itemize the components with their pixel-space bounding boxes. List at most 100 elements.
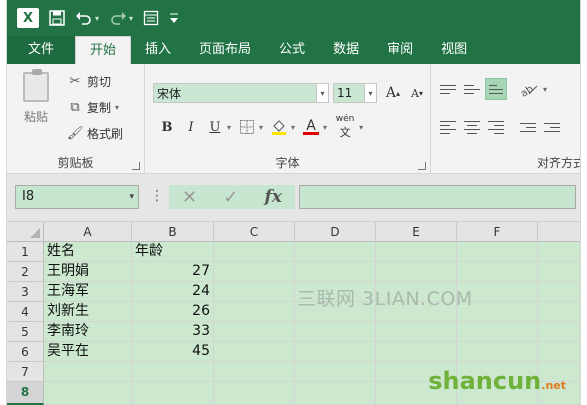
underline-dropdown-icon[interactable]: ▾ (227, 123, 231, 132)
cell-g2[interactable] (538, 262, 580, 282)
fill-color-button[interactable] (267, 116, 291, 138)
formula-input[interactable] (299, 185, 576, 209)
borders-dropdown-icon[interactable]: ▾ (259, 123, 263, 132)
orientation-button[interactable]: ab (517, 78, 541, 100)
tab-data[interactable]: 数据 (319, 36, 373, 64)
cell-e1[interactable] (376, 242, 457, 262)
save-icon[interactable] (49, 5, 65, 31)
cell-c7[interactable] (214, 362, 295, 382)
row-header-7[interactable]: 7 (7, 362, 44, 382)
align-center-icon[interactable] (461, 116, 483, 138)
customize-icon[interactable] (169, 5, 179, 31)
align-left-icon[interactable] (437, 116, 459, 138)
phonetic-guide-button[interactable]: wén 文 (331, 114, 359, 139)
row-header-4[interactable]: 4 (7, 302, 44, 322)
align-right-icon[interactable] (485, 116, 507, 138)
paste-button[interactable]: 粘贴 (17, 69, 55, 142)
cell-c4[interactable] (214, 302, 295, 322)
font-size-select[interactable]: 11 ▾ (333, 83, 377, 103)
cancel-icon[interactable]: ✕ (182, 187, 197, 208)
cell-c6[interactable] (214, 342, 295, 362)
align-bottom-icon[interactable] (485, 78, 507, 100)
cell-a1[interactable]: 姓名 (44, 242, 132, 262)
column-header-b[interactable]: B (132, 222, 214, 242)
tab-insert[interactable]: 插入 (131, 36, 185, 64)
cell-b3[interactable]: 24 (132, 282, 214, 302)
column-header-a[interactable]: A (44, 222, 132, 242)
select-all-button[interactable] (7, 222, 44, 242)
cell-d6[interactable] (295, 342, 376, 362)
align-top-icon[interactable] (437, 78, 459, 100)
cell-f1[interactable] (457, 242, 538, 262)
form-icon[interactable] (143, 5, 159, 31)
tab-home[interactable]: 开始 (75, 36, 132, 64)
font-name-select[interactable]: 宋体 ▾ (153, 83, 329, 103)
cell-f2[interactable] (457, 262, 538, 282)
cell-g4[interactable] (538, 302, 580, 322)
cell-a5[interactable]: 李南玲 (44, 322, 132, 342)
cell-g5[interactable] (538, 322, 580, 342)
bold-button[interactable]: B (155, 116, 179, 138)
tab-file[interactable]: 文件 (7, 36, 75, 64)
worksheet-grid[interactable]: A B C D E F 1 2 3 4 5 6 7 8 姓名 年龄 王明娟 27 王海军… (7, 222, 580, 405)
column-header-e[interactable]: E (376, 222, 457, 242)
cell-b4[interactable]: 26 (132, 302, 214, 322)
cell-a4[interactable]: 刘新生 (44, 302, 132, 322)
cell-a7[interactable] (44, 362, 132, 382)
fill-color-dropdown-icon[interactable]: ▾ (291, 123, 295, 132)
orientation-dropdown-icon[interactable]: ▾ (543, 85, 547, 94)
cell-g6[interactable] (538, 342, 580, 362)
column-header-g[interactable] (538, 222, 580, 242)
align-middle-icon[interactable] (461, 78, 483, 100)
undo-icon[interactable]: ▾ (75, 5, 99, 31)
formula-bar-splitter-icon[interactable]: ⋮ (150, 188, 164, 204)
font-launcher-icon[interactable] (418, 162, 426, 170)
cell-d8[interactable] (295, 382, 376, 405)
row-header-2[interactable]: 2 (7, 262, 44, 282)
cell-a6[interactable]: 吴平在 (44, 342, 132, 362)
cell-b8[interactable] (132, 382, 214, 405)
column-header-d[interactable]: D (295, 222, 376, 242)
cell-d7[interactable] (295, 362, 376, 382)
phonetic-dropdown-icon[interactable]: ▾ (359, 123, 363, 132)
cut-button[interactable]: ✂ 剪切 (67, 70, 111, 92)
cell-e6[interactable] (376, 342, 457, 362)
format-painter-button[interactable]: 🖌 格式刷 (67, 122, 123, 144)
cell-f6[interactable] (457, 342, 538, 362)
cell-d5[interactable] (295, 322, 376, 342)
cell-f5[interactable] (457, 322, 538, 342)
cell-c2[interactable] (214, 262, 295, 282)
underline-button[interactable]: U (203, 116, 227, 138)
cell-g3[interactable] (538, 282, 580, 302)
cell-b7[interactable] (132, 362, 214, 382)
decrease-indent-icon[interactable] (517, 116, 539, 138)
tab-review[interactable]: 审阅 (373, 36, 427, 64)
tab-page-layout[interactable]: 页面布局 (185, 36, 265, 64)
cell-b5[interactable]: 33 (132, 322, 214, 342)
clipboard-launcher-icon[interactable] (132, 162, 140, 170)
cell-b1[interactable]: 年龄 (132, 242, 214, 262)
enter-icon[interactable]: ✓ (223, 187, 238, 208)
cell-g1[interactable] (538, 242, 580, 262)
cell-c1[interactable] (214, 242, 295, 262)
font-color-dropdown-icon[interactable]: ▾ (323, 123, 327, 132)
cell-e5[interactable] (376, 322, 457, 342)
row-header-1[interactable]: 1 (7, 242, 44, 262)
font-color-button[interactable]: A (299, 116, 323, 138)
borders-button[interactable] (235, 116, 259, 138)
redo-icon[interactable]: ▾ (109, 5, 133, 31)
cell-b2[interactable]: 27 (132, 262, 214, 282)
insert-function-icon[interactable]: fx (264, 187, 281, 207)
cell-c3[interactable] (214, 282, 295, 302)
row-header-5[interactable]: 5 (7, 322, 44, 342)
cell-d2[interactable] (295, 262, 376, 282)
cell-e2[interactable] (376, 262, 457, 282)
cell-b6[interactable]: 45 (132, 342, 214, 362)
increase-indent-icon[interactable] (541, 116, 563, 138)
grow-font-button[interactable]: A ▴ (381, 82, 405, 104)
cell-a3[interactable]: 王海军 (44, 282, 132, 302)
cell-a2[interactable]: 王明娟 (44, 262, 132, 282)
shrink-font-button[interactable]: A ▾ (405, 82, 429, 104)
cell-c5[interactable] (214, 322, 295, 342)
cell-c8[interactable] (214, 382, 295, 405)
